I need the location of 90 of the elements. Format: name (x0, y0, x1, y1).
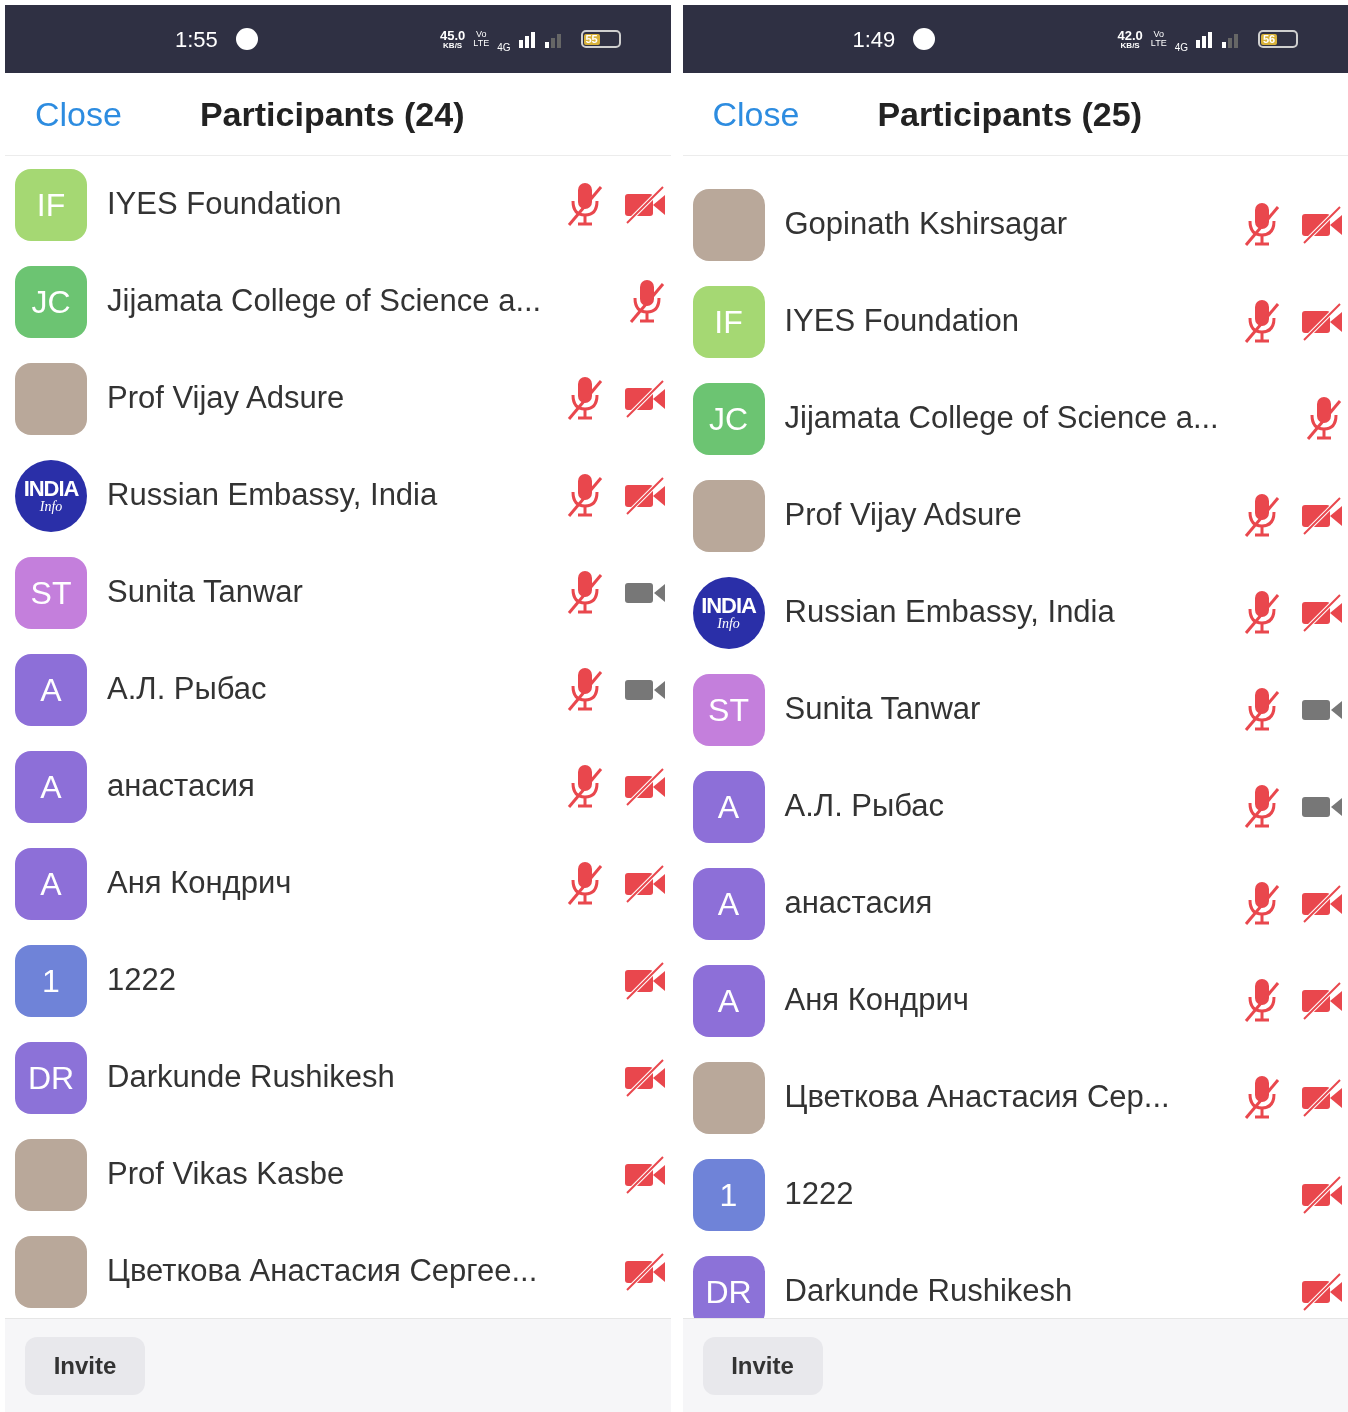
avatar: 1 (692, 1158, 765, 1231)
avatar: A (15, 653, 87, 726)
participant-name: Sunita Tanwar (107, 573, 303, 612)
avatar: DR (15, 1041, 87, 1114)
avatar-logo: INDIA Info (15, 459, 87, 532)
avatar-logo: INDIA Info (692, 576, 765, 649)
participant-name: Jijamata College of Science a... (107, 282, 542, 321)
volte-text: LTE (1150, 39, 1167, 48)
muted-microphone-icon[interactable] (1242, 782, 1282, 831)
participant-name: Аня Кондрич (107, 864, 292, 903)
video-off-icon[interactable] (622, 1251, 667, 1292)
avatar: DR (692, 1255, 765, 1318)
network-type-text: 4G (497, 40, 511, 55)
video-off-icon[interactable] (622, 960, 667, 1001)
battery-indicator: 55 (580, 30, 621, 48)
video-off-icon[interactable] (1300, 301, 1344, 342)
participant-name: Prof Vikas Kasbe (107, 1155, 345, 1194)
avatar: JC (15, 265, 87, 338)
clock-text: 1:49 (852, 25, 896, 54)
invite-button[interactable]: Invite (25, 1336, 145, 1395)
network-speed-text: 45.0 (440, 28, 466, 42)
network-speed-unit: KB/S (443, 41, 463, 50)
participant-name: Prof Vijay Adsure (784, 496, 1022, 535)
muted-microphone-icon[interactable] (1242, 491, 1282, 540)
participant-name: Russian Embassy, India (107, 476, 438, 515)
participant-name: Gopinath Kshirsagar (784, 205, 1068, 244)
video-off-icon[interactable] (1300, 883, 1344, 924)
muted-microphone-icon[interactable] (1242, 976, 1282, 1025)
muted-microphone-icon[interactable] (1242, 685, 1282, 734)
clock-text: 1:55 (175, 25, 218, 54)
video-off-icon[interactable] (622, 378, 667, 419)
avatar: 1 (15, 944, 87, 1017)
participant-name: Russian Embassy, India (784, 593, 1115, 632)
volte-text: Vo (475, 30, 487, 39)
battery-indicator: 56 (1258, 30, 1298, 48)
avatar: A (15, 847, 87, 920)
close-button[interactable]: Close (35, 88, 122, 140)
participant-name: А.Л. Рыбас (784, 787, 945, 826)
participant-name: анастасия (784, 884, 933, 923)
video-off-icon[interactable] (1300, 980, 1344, 1021)
participant-name: Аня Кондрич (784, 981, 969, 1020)
network-speed-text: 42.0 (1117, 28, 1143, 42)
network-speed-unit: KB/S (1120, 41, 1140, 50)
video-off-icon[interactable] (622, 1154, 667, 1195)
video-off-icon[interactable] (622, 1057, 667, 1098)
avatar: A (692, 770, 765, 843)
muted-microphone-icon[interactable] (1242, 297, 1282, 346)
video-off-icon[interactable] (1300, 1271, 1344, 1312)
participant-name: А.Л. Рыбас (107, 670, 267, 709)
participant-name: 1222 (784, 1175, 854, 1214)
participant-name: 1222 (107, 961, 176, 1000)
invite-button[interactable]: Invite (702, 1336, 823, 1395)
participant-name: Цветкова Анастасия Сер... (784, 1078, 1170, 1117)
muted-microphone-icon[interactable] (1242, 1073, 1282, 1122)
close-button[interactable]: Close (712, 88, 800, 140)
participant-name: Darkunde Rushikesh (107, 1058, 395, 1097)
video-off-icon[interactable] (622, 475, 667, 516)
participant-name: IYES Foundation (784, 302, 1019, 341)
volte-text: LTE (473, 39, 490, 48)
video-off-icon[interactable] (1300, 204, 1344, 245)
avatar: A (692, 964, 765, 1037)
participant-name: анастасия (107, 767, 255, 806)
avatar: IF (692, 285, 765, 358)
muted-microphone-icon[interactable] (1242, 200, 1282, 249)
participant-name: Jijamata College of Science a... (784, 399, 1219, 438)
muted-microphone-icon[interactable] (1242, 879, 1282, 928)
volte-text: Vo (1153, 30, 1164, 39)
participant-name: Sunita Tanwar (784, 690, 981, 729)
participant-name: IYES Foundation (107, 185, 342, 224)
video-off-icon[interactable] (1300, 1174, 1344, 1215)
video-off-icon[interactable] (622, 184, 667, 225)
muted-microphone-icon[interactable] (1242, 588, 1282, 637)
video-off-icon[interactable] (1300, 495, 1344, 536)
avatar: ST (692, 673, 765, 746)
muted-microphone-icon[interactable] (1304, 394, 1344, 443)
video-off-icon[interactable] (1300, 592, 1344, 633)
video-off-icon[interactable] (622, 766, 667, 807)
screen-title: Participants (24) (199, 93, 465, 135)
video-off-icon[interactable] (1300, 1077, 1344, 1118)
video-off-icon[interactable] (622, 863, 667, 904)
participant-name: Цветкова Анастасия Сергее... (107, 1252, 538, 1291)
avatar: IF (15, 168, 87, 241)
avatar: A (15, 750, 87, 823)
avatar: A (692, 867, 765, 940)
avatar: ST (15, 556, 87, 629)
participant-name: Darkunde Rushikesh (784, 1272, 1073, 1311)
network-type-text: 4G (1174, 40, 1188, 55)
avatar: JC (692, 382, 765, 455)
participant-name: Prof Vijay Adsure (107, 379, 345, 418)
screen-title: Participants (25) (877, 93, 1142, 135)
